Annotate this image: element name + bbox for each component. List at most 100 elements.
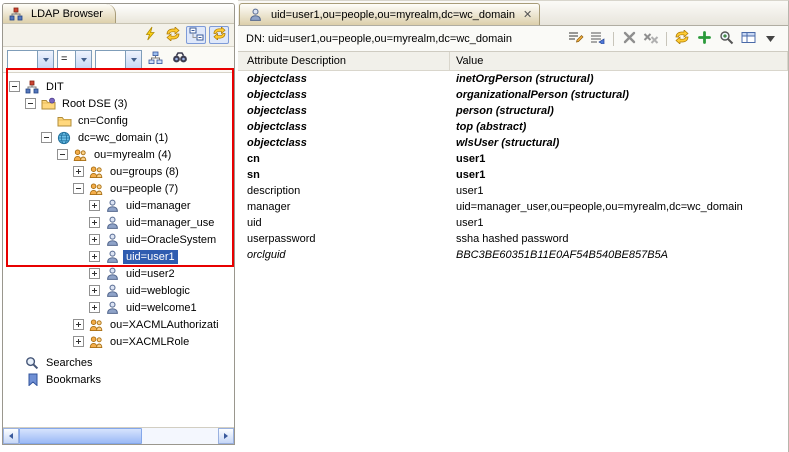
ldap-browser-view: LDAP Browser = DIT Root DSE (3) cn=Confi…: [2, 3, 235, 445]
tree-item-bookmarks[interactable]: Bookmarks: [3, 371, 234, 388]
tree-item-uid-oraclesystem[interactable]: uid=OracleSystem: [3, 231, 234, 248]
tree-item-ou-groups[interactable]: ou=groups (8): [3, 163, 234, 180]
search-icon: [172, 52, 188, 67]
table-row[interactable]: objectclass top (abstract): [238, 119, 788, 135]
tree-item-label: cn=Config: [78, 114, 128, 127]
attribute-cell: objectclass: [247, 105, 307, 117]
table-row[interactable]: userpassword ssha hashed password: [238, 231, 788, 247]
expand-expander-icon[interactable]: [89, 285, 100, 296]
subtree-search-button[interactable]: [145, 50, 166, 70]
expand-expander-icon[interactable]: [89, 234, 100, 245]
expand-expander-icon[interactable]: [73, 166, 84, 177]
chevron-down-icon[interactable]: [37, 51, 53, 68]
scroll-left-button[interactable]: [3, 428, 19, 444]
searches-icon: [24, 356, 40, 370]
refresh-icon: [165, 26, 181, 44]
add-attribute-button[interactable]: [694, 30, 714, 48]
collapse-expander-icon[interactable]: [25, 98, 36, 109]
expand-expander-icon[interactable]: [73, 319, 84, 330]
table-row[interactable]: sn user1: [238, 167, 788, 183]
dn-label: DN: uid=user1,ou=people,ou=myrealm,dc=wc…: [246, 32, 512, 45]
expand-expander-icon[interactable]: [89, 302, 100, 313]
tree-item-uid-welcome1[interactable]: uid=welcome1: [3, 299, 234, 316]
quick-search-attribute-combo[interactable]: [7, 50, 54, 69]
table-row[interactable]: orclguid BBC3BE60351B11E0AF54B540BE857B5…: [238, 247, 788, 263]
collapse-all-button[interactable]: [186, 26, 206, 44]
delete-button[interactable]: [619, 30, 639, 48]
quick-search-attribute-value: [8, 51, 37, 68]
collapse-expander-icon[interactable]: [57, 149, 68, 160]
column-header-value[interactable]: Value: [450, 52, 788, 70]
tree-item-dc-wc-domain[interactable]: dc=wc_domain (1): [3, 129, 234, 146]
expand-expander-icon[interactable]: [73, 336, 84, 347]
tree-item-root-dse[interactable]: Root DSE (3): [3, 95, 234, 112]
person-icon: [104, 216, 120, 230]
table-row[interactable]: manager uid=manager_user,ou=people,ou=my…: [238, 199, 788, 215]
scrollbar-track[interactable]: [19, 428, 218, 444]
collapse-expander-icon[interactable]: [41, 132, 52, 143]
tree-item-label: uid=user2: [126, 267, 175, 280]
tree-item-ou-people[interactable]: ou=people (7): [3, 180, 234, 197]
refresh-button[interactable]: [672, 29, 692, 48]
chevron-down-icon[interactable]: [125, 51, 141, 68]
tree-item-label: ou=XACMLAuthorizati: [110, 318, 219, 331]
close-icon[interactable]: ✕: [523, 8, 532, 21]
tree-item-label: uid=manager: [126, 199, 191, 212]
link-with-editor-button[interactable]: [209, 26, 229, 44]
settings-icon: [741, 31, 756, 47]
quick-search-value-combo[interactable]: [95, 50, 142, 69]
tree-item-uid-manager[interactable]: uid=manager: [3, 197, 234, 214]
collapse-expander-icon[interactable]: [9, 81, 20, 92]
org-unit-icon: [88, 335, 104, 349]
refresh-button[interactable]: [163, 26, 183, 44]
table-row[interactable]: cn user1: [238, 151, 788, 167]
scroll-right-button[interactable]: [218, 428, 234, 444]
tree-item-uid-manager-user[interactable]: uid=manager_use: [3, 214, 234, 231]
table-row[interactable]: objectclass organizationalPerson (struct…: [238, 87, 788, 103]
horizontal-scrollbar[interactable]: [3, 427, 234, 444]
settings-button[interactable]: [738, 30, 758, 48]
value-cell: user1: [456, 169, 486, 181]
value-editor-button[interactable]: [566, 30, 586, 48]
zoom-button[interactable]: [716, 30, 736, 48]
tree-item-uid-weblogic[interactable]: uid=weblogic: [3, 282, 234, 299]
table-row[interactable]: uid user1: [238, 215, 788, 231]
tab-ldap-browser[interactable]: LDAP Browser: [3, 4, 116, 23]
column-header-attribute[interactable]: Attribute Description: [238, 52, 450, 70]
add-attribute-icon: [697, 30, 711, 47]
expand-expander-icon[interactable]: [89, 200, 100, 211]
person-icon: [104, 250, 120, 264]
expand-expander-icon[interactable]: [89, 251, 100, 262]
entry-editor-toolbar: [566, 29, 780, 48]
expand-expander-icon[interactable]: [89, 217, 100, 228]
connect-button[interactable]: [140, 26, 160, 44]
tree-item-ou-myrealm[interactable]: ou=myrealm (4): [3, 146, 234, 163]
quick-search-operator-combo[interactable]: =: [57, 50, 92, 69]
link-with-editor-icon: [212, 26, 227, 43]
view-menu-button[interactable]: [760, 30, 780, 48]
table-row[interactable]: objectclass wlsUser (structural): [238, 135, 788, 151]
tree-item-ou-xacmlauthorization[interactable]: ou=XACMLAuthorizati: [3, 316, 234, 333]
search-button[interactable]: [169, 50, 190, 70]
table-row[interactable]: objectclass inetOrgPerson (structural): [238, 71, 788, 87]
tree-item-uid-user2[interactable]: uid=user2: [3, 265, 234, 282]
tree-item-cn-config[interactable]: cn=Config: [3, 112, 234, 129]
tree-item-dit[interactable]: DIT: [3, 78, 234, 95]
scrollbar-thumb[interactable]: [19, 428, 143, 444]
chevron-down-icon[interactable]: [75, 51, 91, 68]
tab-entry-uid-user1[interactable]: uid=user1,ou=people,ou=myrealm,dc=wc_dom…: [239, 3, 541, 25]
tree-item-searches[interactable]: Searches: [3, 354, 234, 371]
entry-wizard-button[interactable]: [588, 30, 608, 48]
table-row[interactable]: description user1: [238, 183, 788, 199]
person-icon: [104, 284, 120, 298]
expand-expander-icon[interactable]: [89, 268, 100, 279]
delete-all-button[interactable]: [641, 30, 661, 48]
tree-item-ou-xacmlrole[interactable]: ou=XACMLRole: [3, 333, 234, 350]
collapse-expander-icon[interactable]: [73, 183, 84, 194]
attribute-cell: userpassword: [247, 233, 316, 245]
globe-icon: [56, 131, 72, 145]
table-row[interactable]: objectclass person (structural): [238, 103, 788, 119]
root-dse-icon: [40, 97, 56, 111]
tree-item-uid-user1[interactable]: uid=user1: [3, 248, 234, 265]
person-icon: [104, 301, 120, 315]
